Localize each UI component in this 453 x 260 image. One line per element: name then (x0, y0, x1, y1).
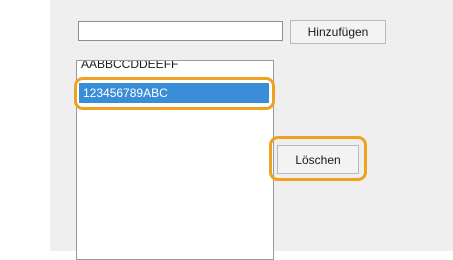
add-button[interactable]: Hinzufügen (290, 20, 386, 44)
list-item-selected[interactable]: 123456789ABC (79, 83, 269, 103)
delete-button[interactable]: Löschen (277, 145, 359, 174)
entry-input[interactable] (78, 21, 283, 41)
entry-list[interactable]: AABBCCDDEEFF 123456789ABC (76, 60, 274, 260)
list-item[interactable]: AABBCCDDEEFF (77, 61, 273, 73)
